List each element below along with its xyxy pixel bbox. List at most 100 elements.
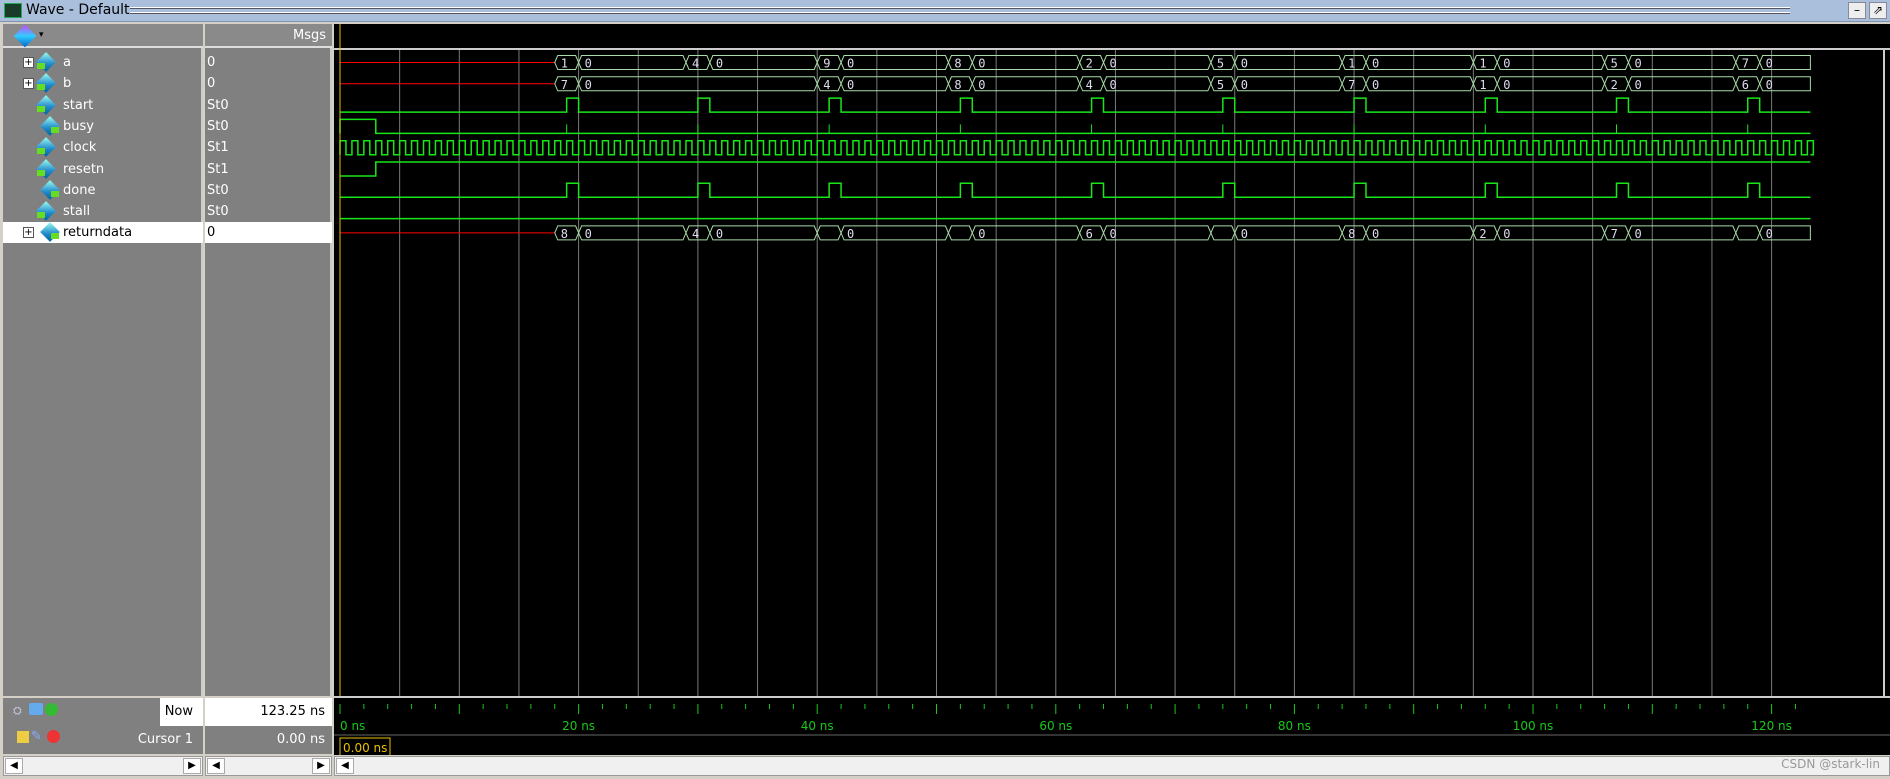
signal-value-done: St0	[207, 182, 229, 198]
signal-row-resetn[interactable]: resetn	[3, 158, 203, 180]
bus-value-returndata: 0	[847, 227, 854, 241]
busy-waveform	[339, 118, 1811, 135]
undock-button[interactable]: ⇗	[1869, 2, 1887, 19]
bus-segment-b	[1627, 76, 1737, 92]
signal-row-start[interactable]: start	[3, 94, 203, 116]
signal-row-busy[interactable]: busy	[3, 115, 203, 137]
bus-segment-returndata	[1627, 225, 1737, 241]
add-cursor-icon[interactable]: ⛭	[13, 704, 22, 718]
cursor-1-value: 0.00 ns	[276, 732, 325, 747]
signal-name: stall	[63, 204, 91, 220]
bus-value-returndata: 0	[1766, 227, 1773, 241]
bus-segment-b	[1365, 76, 1474, 92]
values-hscrollbar[interactable]: ◀ ▶	[205, 756, 332, 776]
signal-row-returndata[interactable]: + returndata	[3, 222, 203, 244]
bus-value-a: 9	[823, 57, 830, 71]
bus-value-a: 0	[1110, 57, 1117, 71]
expand-icon[interactable]: +	[23, 78, 34, 90]
bus-segment-b	[1102, 76, 1212, 92]
bus-segment-returndata	[1735, 225, 1761, 241]
done-waveform	[340, 182, 1811, 199]
bus-value-a: 0	[1766, 57, 1773, 71]
cursor-1-label[interactable]: Cursor 1	[63, 726, 193, 753]
bus-segment-b	[971, 76, 1081, 92]
scroll-right-icon[interactable]: ▶	[183, 758, 201, 774]
bus-value-returndata: 0	[716, 227, 723, 241]
resetn-waveform	[340, 161, 1811, 177]
bus-segment-a	[578, 55, 687, 70]
bus-value-b: 0	[1372, 78, 1379, 92]
start-waveform	[340, 97, 1811, 113]
bus-value-b: 7	[1348, 78, 1355, 92]
bus-value-b: 2	[1611, 78, 1618, 92]
time-label: 80 ns	[1278, 719, 1311, 733]
lock-icon[interactable]	[17, 731, 29, 743]
signal-name: clock	[63, 140, 97, 156]
bus-value-returndata: 0	[1372, 227, 1379, 241]
bus-segment-a	[1627, 55, 1737, 70]
bus-value-a: 0	[1372, 57, 1379, 71]
signal-row-b[interactable]: + b	[3, 73, 203, 94]
signal-row-clock[interactable]: clock	[3, 137, 203, 158]
bus-value-returndata: 0	[1503, 227, 1510, 241]
delete-cursor-icon[interactable]	[47, 730, 60, 743]
bus-value-a: 5	[1611, 57, 1618, 71]
wave-format-icon[interactable]	[13, 24, 37, 48]
scroll-right-icon[interactable]: ▶	[312, 758, 330, 774]
bus-segment-a	[709, 55, 818, 70]
watermark: CSDN @stark-lin	[1781, 757, 1880, 771]
bus-value-a: 1	[1479, 57, 1486, 71]
bus-value-returndata: 0	[585, 227, 592, 241]
signal-row-stall[interactable]: stall	[3, 201, 203, 222]
signal-name: resetn	[63, 161, 105, 177]
bus-segment-returndata	[1102, 225, 1212, 241]
bus-value-returndata: 0	[1241, 227, 1248, 241]
bus-value-a: 7	[1742, 57, 1749, 71]
bus-segment-returndata	[816, 225, 842, 241]
signal-value-resetn: St1	[207, 161, 229, 177]
bus-value-returndata: 6	[1086, 227, 1093, 241]
signal-name: start	[63, 97, 94, 113]
msgs-label: Msgs	[292, 28, 326, 43]
bus-segment-a	[1102, 55, 1212, 70]
bus-segment-returndata	[709, 225, 818, 241]
port-arrow-icon	[51, 190, 59, 197]
bus-value-a: 8	[954, 57, 961, 71]
expand-icon[interactable]: +	[23, 227, 34, 239]
insert-cursor-icon[interactable]	[45, 703, 58, 716]
signal-row-a[interactable]: + a	[3, 52, 203, 73]
waveform-pane[interactable]: 1 0 4 0 9 0 8 0 2 0 5 0 1 0 1 0 5 0 7 07 0 4 0 8 0 4 0 5 0 7 0 1 0 2 0 6 08 0…	[334, 24, 1890, 755]
signal-value-returndata: 0	[205, 222, 332, 244]
bus-value-b: 8	[954, 78, 961, 92]
signal-value-a: 0	[207, 55, 216, 70]
chevron-down-icon[interactable]: ▾	[39, 30, 44, 40]
time-label: 20 ns	[562, 719, 595, 733]
expand-icon[interactable]: +	[23, 57, 34, 68]
bus-value-returndata: 8	[1348, 227, 1355, 241]
bus-segment-a	[1496, 55, 1606, 70]
scroll-left-icon[interactable]: ◀	[5, 758, 23, 774]
bus-value-returndata: 0	[1110, 227, 1117, 241]
title-grip-2	[130, 12, 1790, 14]
bus-value-a: 0	[1503, 57, 1510, 71]
bus-value-a: 2	[1086, 57, 1093, 71]
cursor-time-label: 0.00 ns	[343, 741, 387, 755]
title-grip[interactable]	[130, 7, 1790, 9]
bus-segment-b	[1234, 76, 1343, 92]
bus-value-a: 0	[847, 57, 854, 71]
names-hscrollbar[interactable]: ◀ ▶	[3, 756, 203, 776]
signal-value-start: St0	[207, 97, 229, 113]
bus-value-a: 0	[1241, 57, 1248, 71]
minimize-button[interactable]: –	[1848, 2, 1866, 19]
bus-value-b: 0	[1634, 78, 1641, 92]
wrench-icon[interactable]: ✎	[31, 729, 42, 744]
signal-row-done[interactable]: done	[3, 179, 203, 201]
scroll-left-icon[interactable]: ◀	[336, 758, 354, 774]
cursor-toolbar-icon[interactable]	[29, 703, 43, 715]
scroll-left-icon[interactable]: ◀	[207, 758, 225, 774]
bus-value-returndata: 7	[1611, 227, 1618, 241]
bus-value-a: 4	[692, 57, 699, 71]
signal-value-clock: St1	[207, 140, 229, 156]
signal-value-b: 0	[207, 76, 216, 92]
wave-hscrollbar[interactable]: ◀	[334, 756, 1890, 776]
